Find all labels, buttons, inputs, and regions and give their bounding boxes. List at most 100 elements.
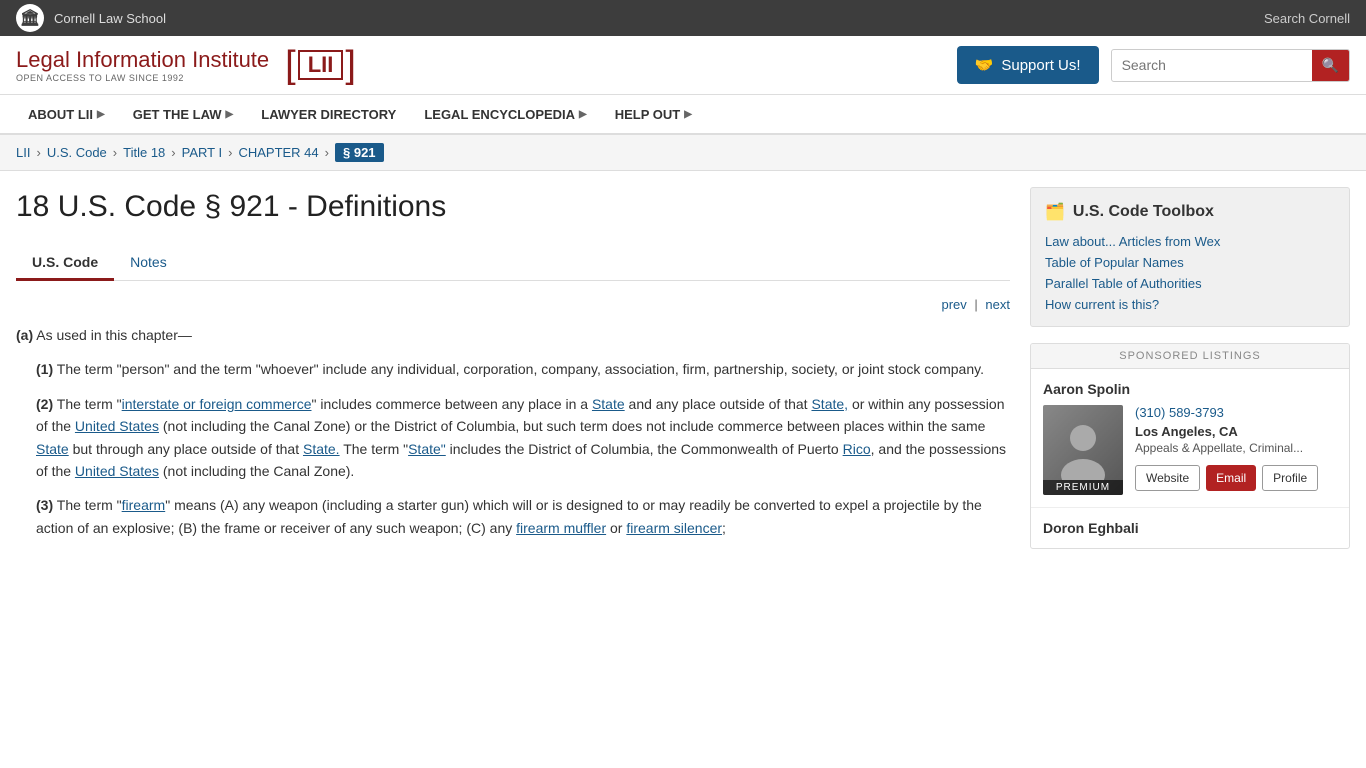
sub1-num: (1) — [36, 361, 53, 377]
attorney-practice-1: Appeals & Appellate, Criminal... — [1135, 441, 1337, 455]
attorney-email-btn[interactable]: Email — [1206, 465, 1256, 491]
next-link[interactable]: next — [985, 297, 1010, 312]
lii-name: Legal Information Institute — [16, 47, 269, 73]
attorney-name-1: Aaron Spolin — [1043, 381, 1337, 397]
attorney-card-1: Aaron Spolin PREMIUM (310) 589-3793 — [1031, 369, 1349, 508]
tab-uscode[interactable]: U.S. Code — [16, 246, 114, 281]
subsection-2: (2) The term "interstate or foreign comm… — [36, 393, 1010, 483]
school-name: Cornell Law School — [54, 11, 166, 26]
attorney-phone-1: (310) 589-3793 — [1135, 405, 1337, 420]
sub2-text: The term "interstate or foreign commerce… — [36, 396, 1006, 479]
toolbox-icon: 🗂️ — [1045, 202, 1065, 222]
attorney-website-btn[interactable]: Website — [1135, 465, 1200, 491]
attorney-card-2: Doron Eghbali — [1031, 508, 1349, 548]
attorney-avatar-icon — [1058, 420, 1108, 480]
breadcrumb-sep-5: › — [325, 145, 329, 160]
lii-tagline: OPEN ACCESS TO LAW SINCE 1992 — [16, 73, 269, 83]
lii-bracket-logo: [ LII ] — [285, 46, 356, 84]
section-a-intro: As used in this chapter— — [36, 327, 192, 343]
breadcrumb-current: § 921 — [335, 143, 384, 162]
main-navigation: ABOUT LII ▶ GET THE LAW ▶ LAWYER DIRECTO… — [0, 95, 1366, 135]
support-label: Support Us! — [1001, 57, 1080, 74]
breadcrumb-sep-2: › — [113, 145, 117, 160]
breadcrumb-part1[interactable]: PART I — [182, 145, 222, 160]
link-interstate-commerce[interactable]: interstate or foreign commerce — [122, 396, 312, 412]
toolbox-links: Law about... Articles from Wex Table of … — [1045, 234, 1335, 312]
link-state-3[interactable]: State — [36, 441, 69, 457]
toolbox-title: 🗂️ U.S. Code Toolbox — [1045, 202, 1335, 222]
breadcrumb-sep-1: › — [36, 145, 40, 160]
top-bar-left: 🏛 Cornell Law School — [16, 4, 166, 32]
search-button[interactable]: 🔍 — [1312, 50, 1349, 81]
site-header: Legal Information Institute OPEN ACCESS … — [0, 36, 1366, 95]
subsection-1: (1) The term "person" and the term "whoe… — [36, 358, 1010, 380]
nav-lawyer-directory[interactable]: LAWYER DIRECTORY — [249, 97, 408, 132]
toolbox-link-current[interactable]: How current is this? — [1045, 297, 1335, 312]
nav-about-lii[interactable]: ABOUT LII ▶ — [16, 97, 117, 132]
header-right: 🤝 Support Us! 🔍 — [957, 46, 1350, 84]
helpout-arrow-icon: ▶ — [684, 109, 692, 120]
search-box: 🔍 — [1111, 49, 1350, 82]
main-content: 18 U.S. Code § 921 - Definitions U.S. Co… — [16, 187, 1010, 551]
search-cornell-link[interactable]: Search Cornell — [1264, 11, 1350, 26]
nav-legal-encyclopedia[interactable]: LEGAL ENCYCLOPEDIA ▶ — [412, 97, 598, 132]
toolbox-link-parallel[interactable]: Parallel Table of Authorities — [1045, 276, 1335, 291]
support-icon: 🤝 — [975, 56, 994, 74]
link-state-def[interactable]: State" — [408, 441, 446, 457]
breadcrumb-sep-4: › — [228, 145, 232, 160]
sub3-text: The term "firearm" means (A) any weapon … — [36, 497, 982, 535]
attorney-city-1: Los Angeles, CA — [1135, 424, 1337, 439]
link-state-1[interactable]: State — [592, 396, 625, 412]
sub1-text: The term "person" and the term "whoever"… — [57, 361, 984, 377]
breadcrumb-chapter44[interactable]: CHAPTER 44 — [238, 145, 318, 160]
link-firearm[interactable]: firearm — [122, 497, 166, 513]
premium-badge: PREMIUM — [1043, 480, 1123, 495]
link-state-4[interactable]: State. — [303, 441, 340, 457]
attorney-name-2: Doron Eghbali — [1043, 520, 1337, 536]
link-rico[interactable]: Rico — [843, 441, 871, 457]
sponsored-listings: SPONSORED LISTINGS Aaron Spolin PREMIUM — [1030, 343, 1350, 549]
attorney-info-1: (310) 589-3793 Los Angeles, CA Appeals &… — [1135, 405, 1337, 495]
sidebar: 🗂️ U.S. Code Toolbox Law about... Articl… — [1030, 187, 1350, 551]
prevnext-sep: | — [974, 297, 981, 312]
breadcrumb-lii[interactable]: LII — [16, 145, 30, 160]
logo-area: Legal Information Institute OPEN ACCESS … — [16, 46, 356, 84]
link-firearm-silencer[interactable]: firearm silencer — [626, 520, 722, 536]
link-firearm-muffler[interactable]: firearm muffler — [516, 520, 606, 536]
about-arrow-icon: ▶ — [97, 109, 105, 120]
nav-help-out[interactable]: HELP OUT ▶ — [603, 97, 704, 132]
attorney-body-1: PREMIUM (310) 589-3793 Los Angeles, CA A… — [1043, 405, 1337, 495]
tab-notes[interactable]: Notes — [114, 246, 183, 281]
attorney-profile-btn[interactable]: Profile — [1262, 465, 1318, 491]
section-a-header: (a) As used in this chapter— — [16, 324, 1010, 346]
toolbox-link-wex[interactable]: Law about... Articles from Wex — [1045, 234, 1335, 249]
cornell-logo-icon: 🏛 — [16, 4, 44, 32]
legal-text: (a) As used in this chapter— (1) The ter… — [16, 324, 1010, 539]
toolbox-link-popular-names[interactable]: Table of Popular Names — [1045, 255, 1335, 270]
prev-link[interactable]: prev — [942, 297, 967, 312]
search-input[interactable] — [1112, 51, 1312, 79]
main-layout: 18 U.S. Code § 921 - Definitions U.S. Co… — [0, 171, 1366, 567]
breadcrumb-uscode[interactable]: U.S. Code — [47, 145, 107, 160]
lii-logo[interactable]: Legal Information Institute OPEN ACCESS … — [16, 47, 269, 83]
attorney-btns-1: Website Email Profile — [1135, 465, 1337, 491]
section-a-label: (a) — [16, 327, 33, 343]
attorney-photo-1: PREMIUM — [1043, 405, 1123, 495]
link-state-2[interactable]: State, — [811, 396, 848, 412]
page-title: 18 U.S. Code § 921 - Definitions — [16, 187, 1010, 226]
link-us-2[interactable]: United States — [75, 463, 159, 479]
sponsored-header: SPONSORED LISTINGS — [1031, 344, 1349, 369]
toolbox: 🗂️ U.S. Code Toolbox Law about... Articl… — [1030, 187, 1350, 327]
content-tabs: U.S. Code Notes — [16, 246, 1010, 281]
breadcrumb: LII › U.S. Code › Title 18 › PART I › CH… — [0, 135, 1366, 171]
top-bar: 🏛 Cornell Law School Search Cornell — [0, 0, 1366, 36]
breadcrumb-title18[interactable]: Title 18 — [123, 145, 165, 160]
link-us-1[interactable]: United States — [75, 418, 159, 434]
toolbox-title-text: U.S. Code Toolbox — [1073, 203, 1214, 221]
prev-next-nav: prev | next — [16, 297, 1010, 312]
sub3-num: (3) — [36, 497, 53, 513]
subsection-3: (3) The term "firearm" means (A) any wea… — [36, 494, 1010, 539]
support-button[interactable]: 🤝 Support Us! — [957, 46, 1099, 84]
nav-get-the-law[interactable]: GET THE LAW ▶ — [121, 97, 246, 132]
breadcrumb-sep-3: › — [171, 145, 175, 160]
